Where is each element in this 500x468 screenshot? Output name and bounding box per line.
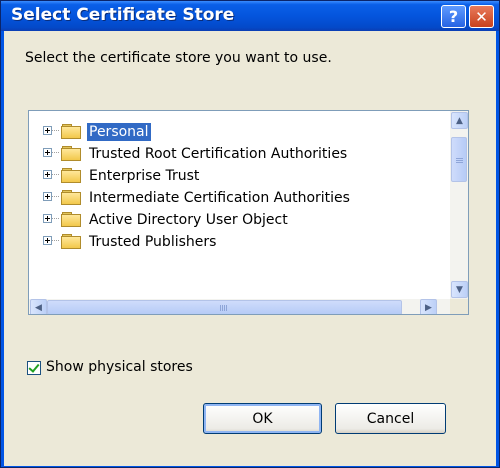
ok-button[interactable]: OK: [203, 403, 322, 434]
checkmark-icon: [28, 361, 40, 373]
folder-icon: [61, 212, 81, 227]
dialog-title: Select Certificate Store: [11, 5, 235, 25]
tree-item-intermediate[interactable]: Intermediate Certification Authorities: [29, 188, 444, 209]
tree-item-trusted-publishers[interactable]: Trusted Publishers: [29, 232, 444, 252]
expand-icon[interactable]: [43, 170, 52, 179]
show-physical-stores-checkbox[interactable]: [27, 361, 41, 375]
expand-icon[interactable]: [43, 236, 52, 245]
expand-icon[interactable]: [43, 148, 52, 157]
tree-item-label: Trusted Publishers: [89, 234, 217, 250]
folder-icon: [61, 234, 81, 249]
instruction-text: Select the certificate store you want to…: [25, 50, 332, 66]
help-button[interactable]: ?: [441, 5, 466, 28]
title-bar[interactable]: Select Certificate Store ? ✕: [1, 1, 499, 31]
certificate-store-tree[interactable]: Personal Trusted Root Certification Auth…: [28, 110, 469, 315]
cancel-button[interactable]: Cancel: [335, 403, 446, 434]
tree-item-label: Active Directory User Object: [89, 212, 288, 228]
chevron-left-icon: ◀: [35, 302, 42, 313]
tree-item-label: Trusted Root Certification Authorities: [89, 146, 348, 162]
vertical-scrollbar[interactable]: ▲ ▼: [450, 111, 468, 299]
scroll-left-button[interactable]: ◀: [30, 299, 47, 314]
close-button[interactable]: ✕: [469, 5, 494, 28]
folder-icon: [61, 190, 81, 205]
chevron-up-icon: ▲: [456, 115, 463, 126]
folder-icon: [61, 124, 81, 139]
folder-icon: [61, 168, 81, 183]
scroll-up-button[interactable]: ▲: [451, 112, 468, 129]
expand-icon[interactable]: [43, 192, 52, 201]
chevron-down-icon: ▼: [456, 284, 463, 295]
expand-icon[interactable]: [43, 214, 52, 223]
tree-item-label: Enterprise Trust: [89, 168, 200, 184]
show-physical-stores-label[interactable]: Show physical stores: [46, 359, 193, 375]
scroll-right-button[interactable]: ▶: [420, 299, 437, 314]
tree-item-label: Intermediate Certification Authorities: [89, 190, 350, 206]
expand-icon[interactable]: [43, 126, 52, 135]
horizontal-scroll-thumb[interactable]: [47, 300, 402, 314]
close-icon: ✕: [475, 7, 488, 26]
help-icon: ?: [448, 7, 459, 26]
scroll-down-button[interactable]: ▼: [451, 281, 468, 298]
scrollbar-corner: [450, 299, 468, 314]
tree-item-active-directory[interactable]: Active Directory User Object: [29, 210, 444, 231]
tree-item-trusted-root[interactable]: Trusted Root Certification Authorities: [29, 144, 444, 165]
tree-item-personal[interactable]: Personal: [29, 122, 444, 143]
chevron-right-icon: ▶: [425, 302, 432, 313]
tree-item-enterprise-trust[interactable]: Enterprise Trust: [29, 166, 444, 187]
folder-icon: [61, 146, 81, 161]
vertical-scroll-thumb[interactable]: [451, 137, 467, 182]
horizontal-scrollbar[interactable]: ◀ ▶: [29, 299, 450, 314]
tree-item-label: Personal: [87, 123, 151, 141]
